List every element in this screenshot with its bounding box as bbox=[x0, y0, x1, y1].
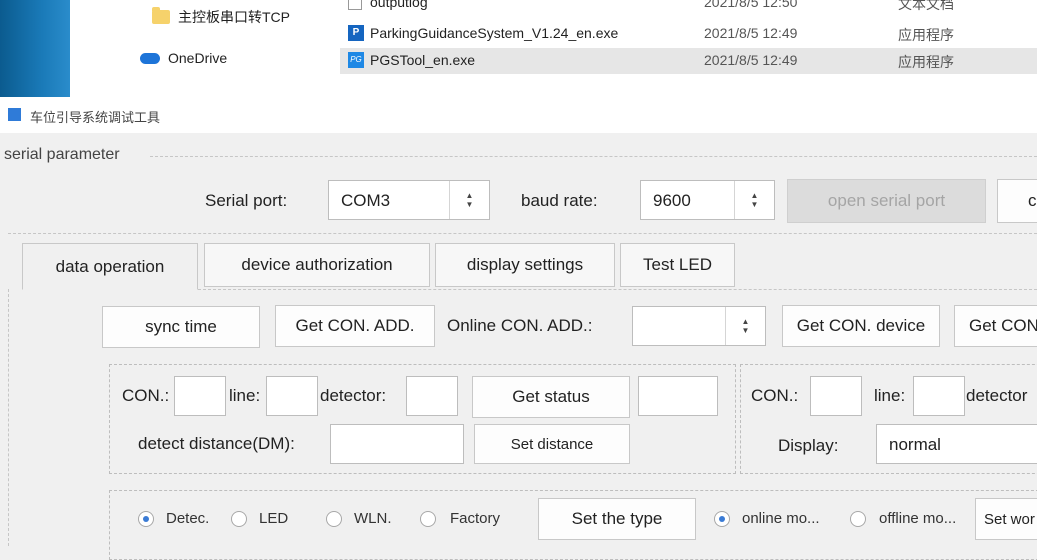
baud-rate-select[interactable]: 9600 ▲ ▼ bbox=[640, 180, 775, 220]
get-con-button[interactable]: Get CON bbox=[954, 305, 1037, 347]
group-border bbox=[150, 156, 1037, 157]
app-icon bbox=[8, 108, 21, 121]
file-name: PGSTool_en.exe bbox=[370, 52, 476, 68]
spinner-arrows-icon[interactable]: ▲ ▼ bbox=[725, 307, 765, 345]
file-row[interactable]: P ParkingGuidanceSystem_V1.24_en.exe 202… bbox=[340, 21, 1037, 47]
get-con-device-button[interactable]: Get CON. device bbox=[782, 305, 940, 347]
spinner-arrows-icon[interactable]: ▲ ▼ bbox=[734, 181, 774, 219]
file-type: 文本文档 bbox=[898, 0, 954, 12]
file-explorer: 主控板串口转TCP OneDrive outputlog 2021/8/5 12… bbox=[0, 0, 1037, 97]
con-label: CON.: bbox=[751, 386, 799, 405]
radio-factory[interactable] bbox=[420, 511, 436, 527]
close-serial-port-button[interactable]: c bbox=[997, 179, 1037, 223]
file-row-selected[interactable]: PG PGSTool_en.exe 2021/8/5 12:49 应用程序 bbox=[340, 48, 1037, 74]
serial-port-select[interactable]: COM3 ▲ ▼ bbox=[328, 180, 490, 220]
detect-distance-label: detect distance(DM): bbox=[138, 434, 295, 453]
radio-label: LED bbox=[259, 510, 289, 527]
nav-item-folder[interactable]: 主控板串口转TCP bbox=[152, 7, 290, 27]
radio-label: Detec. bbox=[166, 510, 210, 527]
nav-item-onedrive[interactable]: OneDrive bbox=[140, 50, 227, 66]
detector-label: detector: bbox=[320, 386, 387, 405]
line-input[interactable] bbox=[266, 376, 318, 416]
baud-rate-label: baud rate: bbox=[521, 191, 598, 210]
get-con-add-button[interactable]: Get CON. ADD. bbox=[275, 305, 435, 347]
radio-label: offline mo... bbox=[879, 510, 957, 527]
set-distance-button[interactable]: Set distance bbox=[474, 424, 630, 464]
baud-rate-value: 9600 bbox=[653, 191, 691, 210]
serial-group-title: serial parameter bbox=[4, 146, 124, 164]
detect-distance-input[interactable] bbox=[330, 424, 464, 464]
line-input[interactable] bbox=[913, 376, 965, 416]
pgstool-icon: PG bbox=[348, 52, 364, 68]
online-con-add-select[interactable]: ▲ ▼ bbox=[632, 306, 766, 346]
con-input[interactable] bbox=[810, 376, 862, 416]
online-con-add-label: Online CON. ADD.: bbox=[447, 316, 593, 335]
nav-item-label: 主控板串口转TCP bbox=[178, 9, 290, 25]
file-name: outputlog bbox=[370, 0, 428, 10]
get-status-button[interactable]: Get status bbox=[472, 376, 630, 418]
detector-input[interactable] bbox=[406, 376, 458, 416]
sync-time-button[interactable]: sync time bbox=[102, 306, 260, 348]
set-work-mode-button[interactable]: Set wor bbox=[975, 498, 1037, 540]
exe-icon: P bbox=[348, 25, 364, 41]
status-output bbox=[638, 376, 718, 416]
file-name: ParkingGuidanceSystem_V1.24_en.exe bbox=[370, 25, 619, 41]
con-label: CON.: bbox=[122, 386, 170, 405]
tab-data-operation[interactable]: data operation bbox=[22, 243, 198, 290]
app-title-bar: 车位引导系统调试工具 bbox=[0, 97, 1037, 133]
radio-detec[interactable] bbox=[138, 511, 154, 527]
explorer-sidebar-edge bbox=[0, 0, 70, 97]
radio-label: Factory bbox=[450, 510, 501, 527]
tab-test-led[interactable]: Test LED bbox=[620, 243, 735, 287]
display-mode-value: normal bbox=[889, 435, 941, 454]
tab-display-settings[interactable]: display settings bbox=[435, 243, 615, 287]
radio-wln[interactable] bbox=[326, 511, 342, 527]
open-serial-port-button[interactable]: open serial port bbox=[787, 179, 986, 223]
radio-label: WLN. bbox=[354, 510, 392, 527]
radio-led[interactable] bbox=[231, 511, 247, 527]
file-row[interactable]: outputlog 2021/8/5 12:50 文本文档 bbox=[340, 0, 1037, 16]
serial-port-label: Serial port: bbox=[205, 191, 288, 210]
line-label: line: bbox=[874, 386, 906, 405]
tab-device-authorization[interactable]: device authorization bbox=[204, 243, 430, 287]
app-title: 车位引导系统调试工具 bbox=[30, 110, 161, 125]
file-type: 应用程序 bbox=[898, 27, 954, 43]
file-date: 2021/8/5 12:49 bbox=[704, 52, 798, 68]
display-label: Display: bbox=[778, 436, 839, 455]
file-date: 2021/8/5 12:50 bbox=[704, 0, 798, 10]
cloud-icon bbox=[140, 52, 160, 64]
file-date: 2021/8/5 12:49 bbox=[704, 25, 798, 41]
display-mode-select[interactable]: normal bbox=[876, 424, 1037, 464]
line-label: line: bbox=[229, 386, 261, 405]
text-file-icon bbox=[348, 0, 362, 10]
group-border bbox=[8, 233, 1037, 234]
radio-offline-mode[interactable] bbox=[850, 511, 866, 527]
radio-label: online mo... bbox=[742, 510, 820, 527]
radio-online-mode[interactable] bbox=[714, 511, 730, 527]
spinner-arrows-icon[interactable]: ▲ ▼ bbox=[449, 181, 489, 219]
con-input[interactable] bbox=[174, 376, 226, 416]
set-type-button[interactable]: Set the type bbox=[538, 498, 696, 540]
detector-label: detector bbox=[966, 386, 1028, 405]
tab-panel-border bbox=[198, 289, 1037, 290]
file-type: 应用程序 bbox=[898, 54, 954, 70]
serial-port-value: COM3 bbox=[341, 191, 391, 210]
nav-item-label: OneDrive bbox=[168, 50, 228, 66]
tab-panel-border bbox=[8, 289, 9, 546]
folder-icon bbox=[152, 7, 170, 24]
